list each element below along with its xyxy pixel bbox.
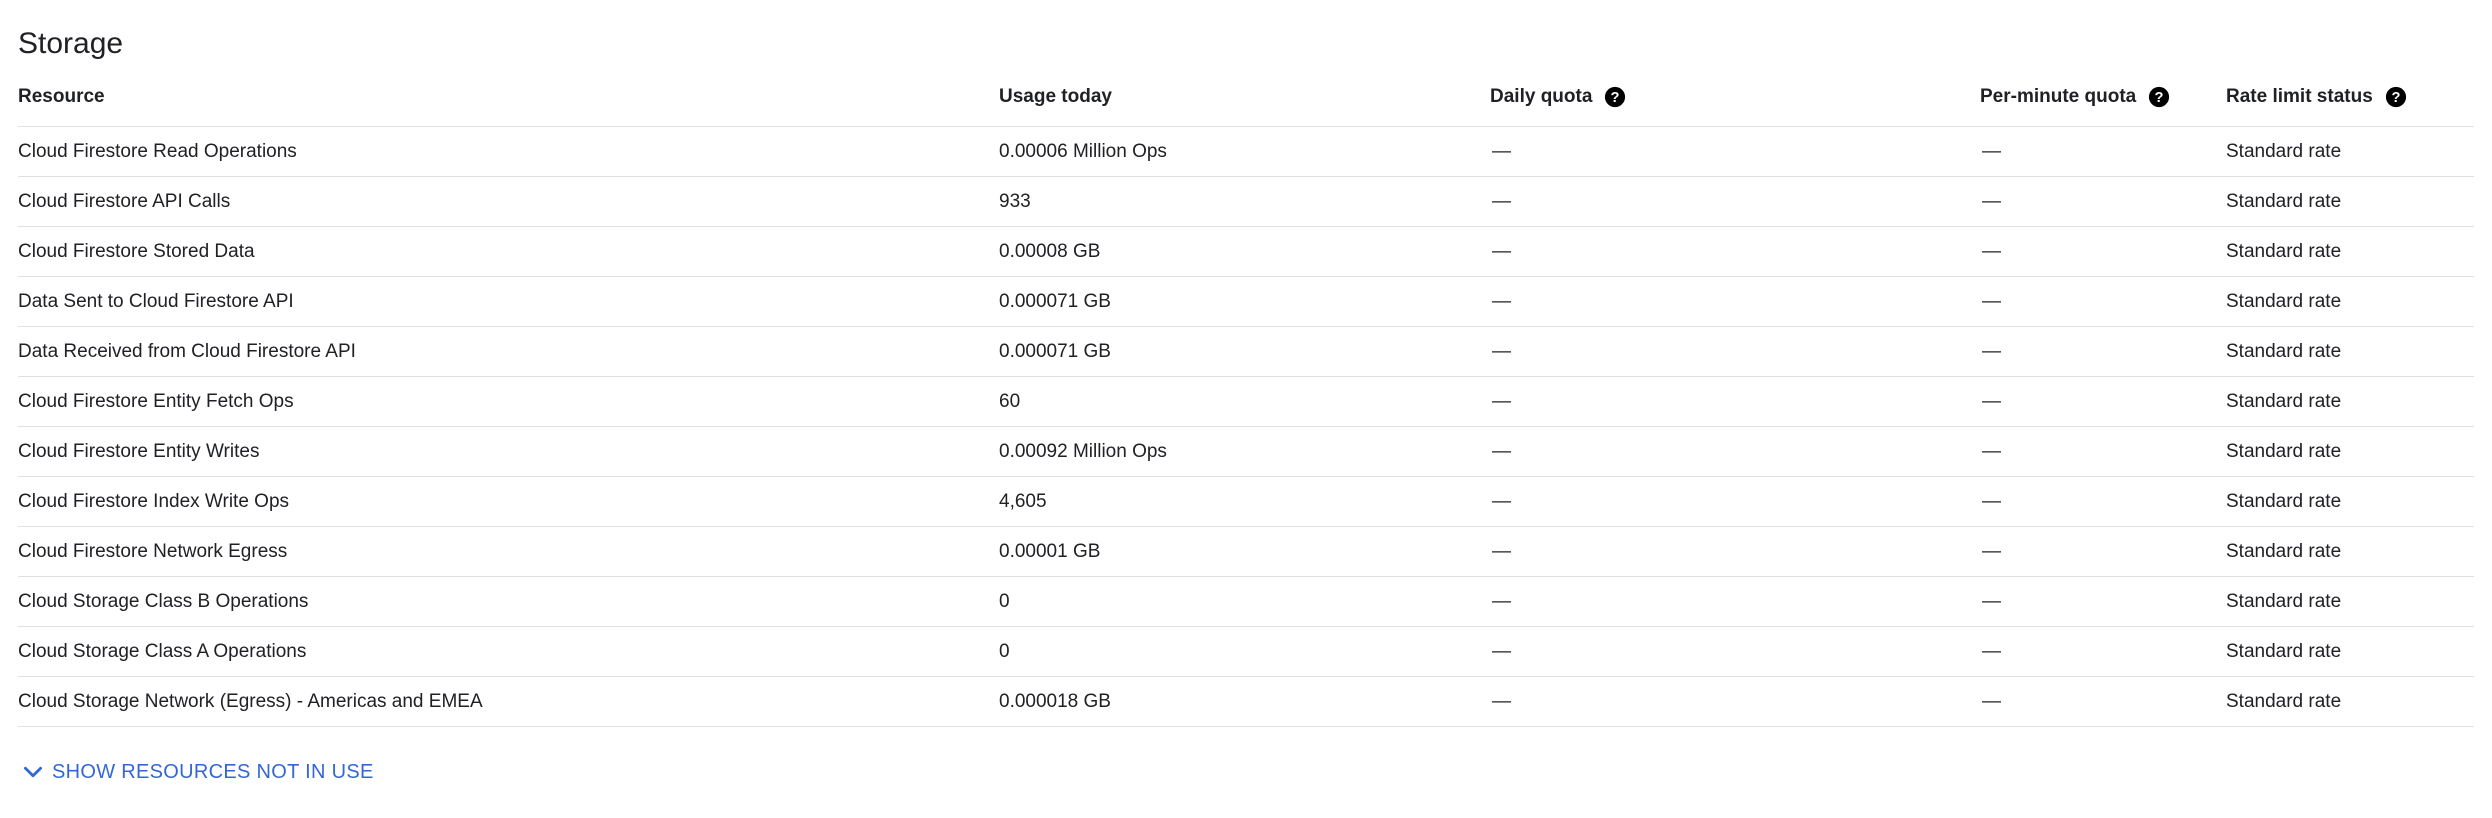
per-minute-quota-cell: — bbox=[1982, 140, 2001, 162]
resource-cell: Cloud Firestore Read Operations bbox=[18, 140, 297, 162]
resource-cell: Data Sent to Cloud Firestore API bbox=[18, 290, 294, 312]
daily-quota-cell: — bbox=[1492, 240, 1511, 262]
rate-limit-status-cell: Standard rate bbox=[2226, 240, 2342, 262]
daily-quota-cell: — bbox=[1492, 490, 1511, 512]
per-minute-quota-cell: — bbox=[1982, 590, 2001, 612]
table-row: Cloud Firestore Entity Fetch Ops 60 — — Stan… bbox=[18, 377, 2474, 427]
per-minute-quota-cell: — bbox=[1982, 440, 2001, 462]
usage-cell: 0.000018 GB bbox=[999, 690, 1111, 712]
show-resources-not-in-use-button[interactable]: SHOW RESOURCES NOT IN USE bbox=[18, 755, 374, 789]
resource-cell: Cloud Firestore Network Egress bbox=[18, 540, 288, 562]
table-row: Cloud Firestore Stored Data 0.00008 GB — — S… bbox=[18, 227, 2474, 277]
resource-cell: Cloud Firestore API Calls bbox=[18, 190, 231, 212]
usage-cell: 0 bbox=[999, 640, 1010, 662]
help-icon[interactable]: ? bbox=[2148, 86, 2170, 108]
table-row: Cloud Firestore Entity Writes 0.00092 Mil… bbox=[18, 427, 2474, 477]
daily-quota-cell: — bbox=[1492, 440, 1511, 462]
resource-cell: Cloud Firestore Entity Writes bbox=[18, 440, 260, 462]
table-row: Data Received from Cloud Firestore API 0.… bbox=[18, 327, 2474, 377]
table-row: Cloud Storage Class A Operations 0 — — Stand… bbox=[18, 627, 2474, 677]
resource-cell: Cloud Firestore Index Write Ops bbox=[18, 490, 290, 512]
resource-cell: Cloud Firestore Entity Fetch Ops bbox=[18, 390, 294, 412]
rate-limit-status-cell: Standard rate bbox=[2226, 590, 2342, 612]
column-header-usage: Usage today bbox=[999, 68, 1112, 126]
per-minute-quota-cell: — bbox=[1982, 340, 2001, 362]
column-header-daily-quota-label: Daily quota bbox=[1490, 86, 1593, 107]
rate-limit-status-cell: Standard rate bbox=[2226, 640, 2342, 662]
resource-cell: Cloud Storage Class B Operations bbox=[18, 590, 309, 612]
rate-limit-status-cell: Standard rate bbox=[2226, 690, 2342, 712]
rate-limit-status-cell: Standard rate bbox=[2226, 140, 2342, 162]
daily-quota-cell: — bbox=[1492, 140, 1511, 162]
usage-cell: 0 bbox=[999, 590, 1010, 612]
show-resources-not-in-use-label: SHOW RESOURCES NOT IN USE bbox=[52, 760, 374, 783]
resource-cell: Cloud Firestore Stored Data bbox=[18, 240, 255, 262]
table-row: Cloud Firestore Network Egress 0.00001 GB… bbox=[18, 527, 2474, 577]
rate-limit-status-cell: Standard rate bbox=[2226, 490, 2342, 512]
quota-table: Resource Usage today Daily quota ? Per-m… bbox=[18, 68, 2474, 727]
daily-quota-cell: — bbox=[1492, 690, 1511, 712]
table-row: Data Sent to Cloud Firestore API 0.000071… bbox=[18, 277, 2474, 327]
daily-quota-cell: — bbox=[1492, 290, 1511, 312]
column-header-rate-limit-status: Rate limit status ? bbox=[2226, 68, 2407, 126]
table-row: Cloud Storage Network (Egress) - America… bbox=[18, 677, 2474, 727]
resource-cell: Cloud Storage Class A Operations bbox=[18, 640, 307, 662]
usage-cell: 933 bbox=[999, 190, 1031, 212]
table-header-row: Resource Usage today Daily quota ? Per-m… bbox=[18, 68, 2474, 127]
resource-cell: Data Received from Cloud Firestore API bbox=[18, 340, 356, 362]
help-icon[interactable]: ? bbox=[2385, 86, 2407, 108]
per-minute-quota-cell: — bbox=[1982, 190, 2001, 212]
svg-text:?: ? bbox=[2155, 90, 2164, 106]
rate-limit-status-cell: Standard rate bbox=[2226, 340, 2342, 362]
column-header-rate-limit-status-label: Rate limit status bbox=[2226, 86, 2373, 107]
table-body: Cloud Firestore Read Operations 0.00006 M… bbox=[18, 127, 2474, 727]
per-minute-quota-cell: — bbox=[1982, 240, 2001, 262]
table-row: Cloud Firestore Read Operations 0.00006 M… bbox=[18, 127, 2474, 177]
daily-quota-cell: — bbox=[1492, 190, 1511, 212]
daily-quota-cell: — bbox=[1492, 640, 1511, 662]
column-header-usage-label: Usage today bbox=[999, 86, 1112, 107]
section-title: Storage bbox=[18, 27, 124, 60]
table-row: Cloud Firestore API Calls 933 — — Standard r… bbox=[18, 177, 2474, 227]
column-header-daily-quota: Daily quota ? bbox=[1490, 68, 1626, 126]
svg-text:?: ? bbox=[1611, 90, 1620, 106]
column-header-per-minute-quota: Per-minute quota ? bbox=[1980, 68, 2170, 126]
resource-cell: Cloud Storage Network (Egress) - America… bbox=[18, 690, 483, 712]
rate-limit-status-cell: Standard rate bbox=[2226, 190, 2342, 212]
usage-cell: 0.00092 Million Ops bbox=[999, 440, 1167, 462]
table-row: Cloud Firestore Index Write Ops 4,605 — — St… bbox=[18, 477, 2474, 527]
usage-cell: 0.000071 GB bbox=[999, 340, 1111, 362]
usage-cell: 4,605 bbox=[999, 490, 1047, 512]
rate-limit-status-cell: Standard rate bbox=[2226, 390, 2342, 412]
per-minute-quota-cell: — bbox=[1982, 490, 2001, 512]
usage-cell: 0.00008 GB bbox=[999, 240, 1101, 262]
svg-text:?: ? bbox=[2391, 90, 2400, 106]
per-minute-quota-cell: — bbox=[1982, 290, 2001, 312]
rate-limit-status-cell: Standard rate bbox=[2226, 290, 2342, 312]
rate-limit-status-cell: Standard rate bbox=[2226, 540, 2342, 562]
daily-quota-cell: — bbox=[1492, 590, 1511, 612]
rate-limit-status-cell: Standard rate bbox=[2226, 440, 2342, 462]
daily-quota-cell: — bbox=[1492, 540, 1511, 562]
table-row: Cloud Storage Class B Operations 0 — — Stand… bbox=[18, 577, 2474, 627]
usage-cell: 60 bbox=[999, 390, 1021, 412]
chevron-down-icon bbox=[18, 757, 48, 787]
column-header-per-minute-quota-label: Per-minute quota bbox=[1980, 86, 2137, 107]
per-minute-quota-cell: — bbox=[1982, 540, 2001, 562]
usage-cell: 0.00006 Million Ops bbox=[999, 140, 1167, 162]
usage-cell: 0.000071 GB bbox=[999, 290, 1111, 312]
daily-quota-cell: — bbox=[1492, 340, 1511, 362]
per-minute-quota-cell: — bbox=[1982, 640, 2001, 662]
column-header-resource: Resource bbox=[18, 68, 105, 126]
usage-cell: 0.00001 GB bbox=[999, 540, 1101, 562]
per-minute-quota-cell: — bbox=[1982, 690, 2001, 712]
help-icon[interactable]: ? bbox=[1604, 86, 1626, 108]
daily-quota-cell: — bbox=[1492, 390, 1511, 412]
per-minute-quota-cell: — bbox=[1982, 390, 2001, 412]
column-header-resource-label: Resource bbox=[18, 86, 105, 107]
